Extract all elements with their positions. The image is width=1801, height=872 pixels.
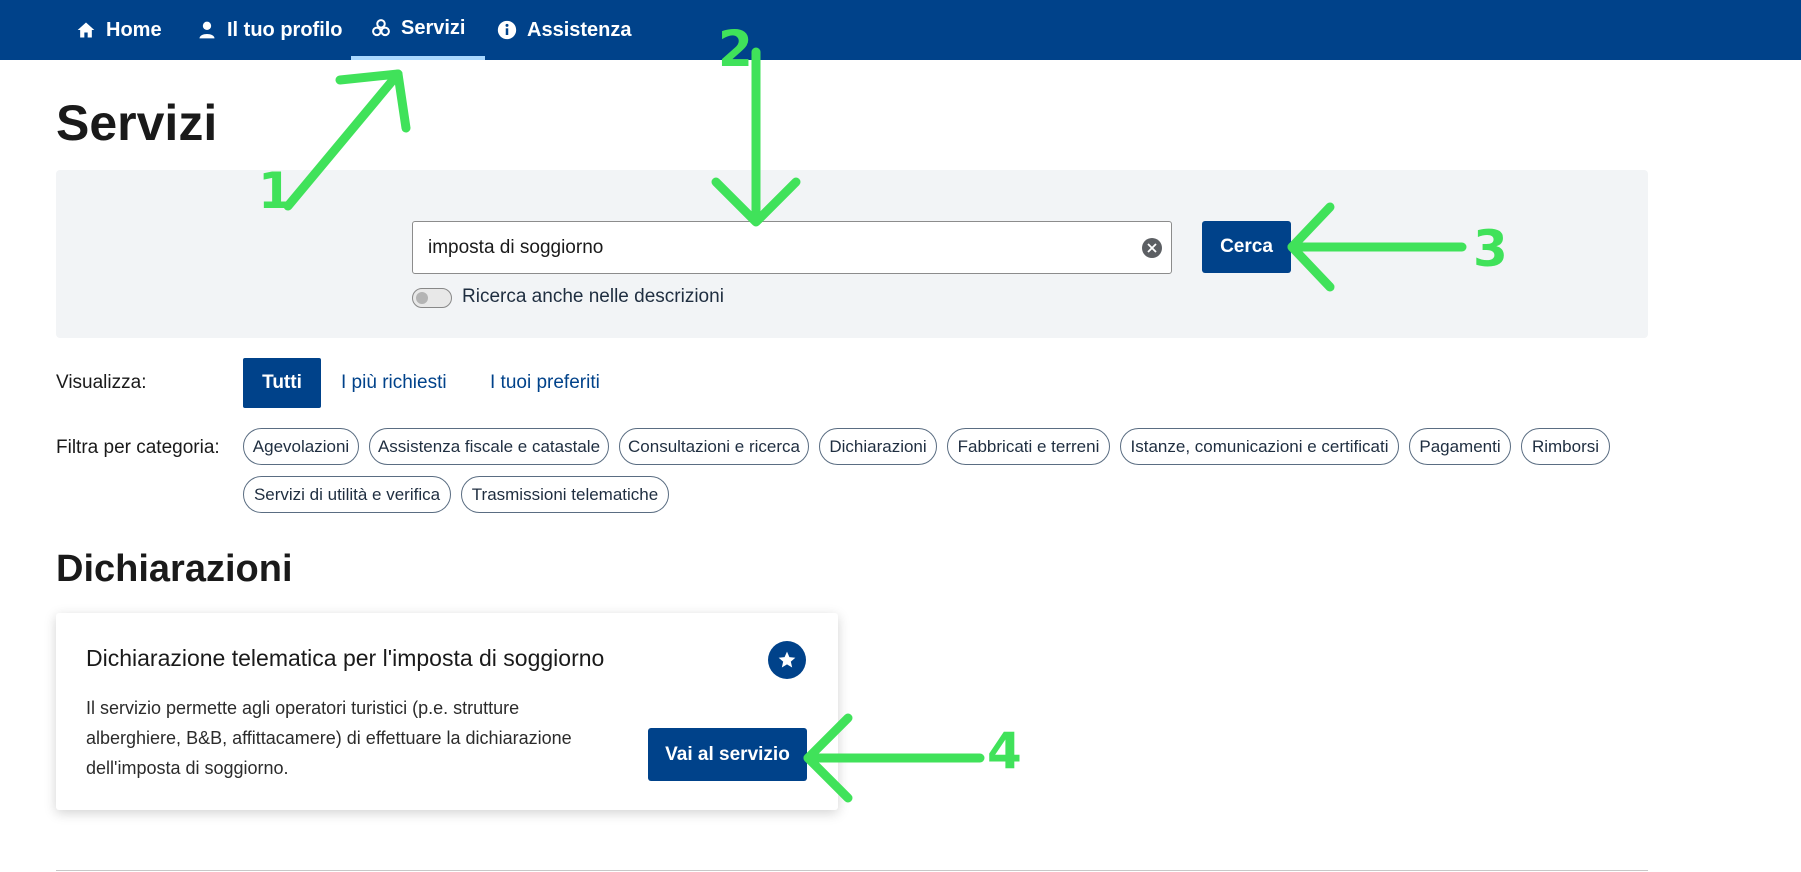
category-chip[interactable]: Consultazioni e ricerca: [619, 428, 809, 465]
divider: [56, 870, 1648, 871]
tab-all[interactable]: Tutti: [243, 358, 321, 408]
nav-item-label: Servizi: [401, 16, 466, 39]
toggle-label: Ricerca anche nelle descrizioni: [462, 286, 724, 307]
category-chip[interactable]: Agevolazioni: [243, 428, 359, 465]
top-navbar: Home Il tuo profilo Servizi Assistenza: [0, 0, 1801, 60]
annotation-label-3: 3: [1473, 220, 1508, 278]
category-chip[interactable]: Dichiarazioni: [819, 428, 937, 465]
category-chip[interactable]: Pagamenti: [1409, 428, 1511, 465]
view-label: Visualizza:: [56, 372, 147, 393]
tab-favorites[interactable]: I tuoi preferiti: [470, 358, 620, 408]
category-chip[interactable]: Assistenza fiscale e catastale: [369, 428, 609, 465]
section-title: Dichiarazioni: [56, 548, 293, 590]
search-input[interactable]: [428, 236, 1108, 259]
nav-item-profile[interactable]: Il tuo profilo: [177, 0, 363, 60]
nav-item-label: Home: [106, 18, 162, 41]
search-button[interactable]: Cerca: [1202, 221, 1291, 273]
nav-item-label: Assistenza: [527, 18, 632, 41]
nav-item-services[interactable]: Servizi: [351, 0, 486, 60]
user-icon: [199, 21, 215, 39]
card-description: Il servizio permette agli operatori turi…: [86, 698, 572, 778]
go-to-service-button[interactable]: Vai al servizio: [648, 728, 807, 781]
toggle-knob: [416, 292, 428, 304]
favorite-button[interactable]: [768, 641, 806, 679]
category-chip[interactable]: Servizi di utilità e verifica: [243, 476, 451, 513]
category-chip[interactable]: Rimborsi: [1521, 428, 1610, 465]
description-search-toggle[interactable]: [412, 288, 452, 308]
home-icon: [77, 22, 95, 38]
annotation-label-4: 4: [987, 722, 1022, 780]
nav-item-label: Il tuo profilo: [227, 18, 343, 41]
tab-most-requested[interactable]: I più richiesti: [321, 358, 467, 408]
nav-item-support[interactable]: Assistenza: [477, 0, 652, 60]
nav-item-home[interactable]: Home: [56, 0, 182, 60]
card-title: Dichiarazione telematica per l'imposta d…: [86, 645, 605, 671]
star-icon: [778, 651, 796, 668]
category-chip[interactable]: Trasmissioni telematiche: [461, 476, 669, 513]
category-chip[interactable]: Fabbricati e terreni: [947, 428, 1110, 465]
annotation-label-2: 2: [718, 20, 753, 78]
services-icon: [372, 19, 390, 37]
category-label: Filtra per categoria:: [56, 437, 220, 458]
clear-icon[interactable]: [1142, 238, 1162, 258]
info-icon: [497, 20, 517, 40]
service-card: Dichiarazione telematica per l'imposta d…: [56, 613, 838, 810]
category-chip[interactable]: Istanze, comunicazioni e certificati: [1120, 428, 1399, 465]
search-input-wrapper[interactable]: [412, 221, 1172, 274]
annotation-label-1: 1: [258, 162, 293, 220]
page-title: Servizi: [56, 95, 218, 151]
